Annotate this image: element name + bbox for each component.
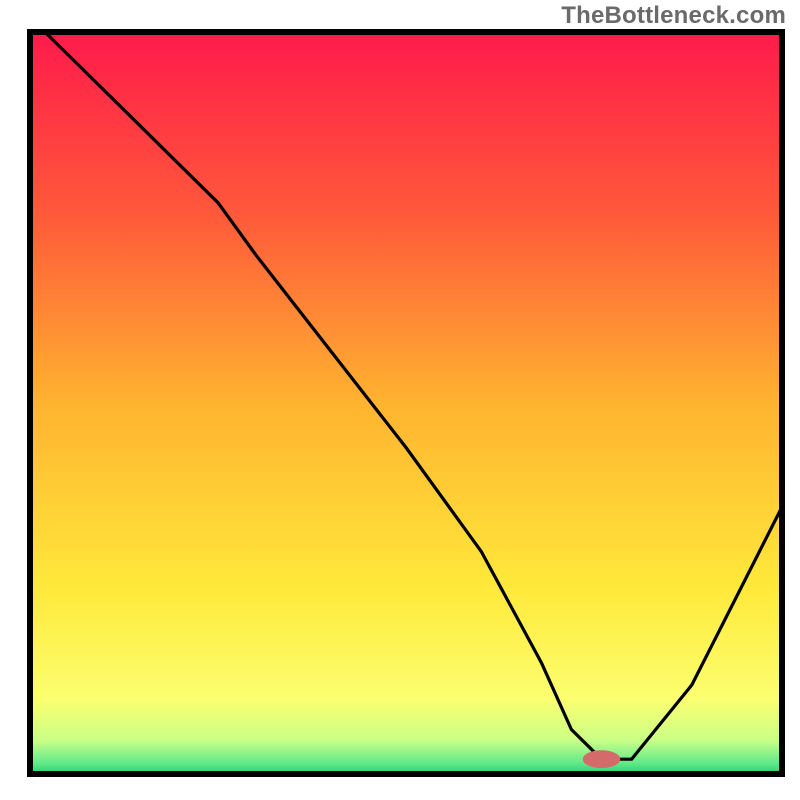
target-marker [583, 750, 621, 768]
plot-background [30, 32, 782, 774]
watermark-text: TheBottleneck.com [561, 2, 786, 30]
chart-frame: TheBottleneck.com [0, 0, 800, 800]
bottleneck-chart [0, 0, 800, 800]
